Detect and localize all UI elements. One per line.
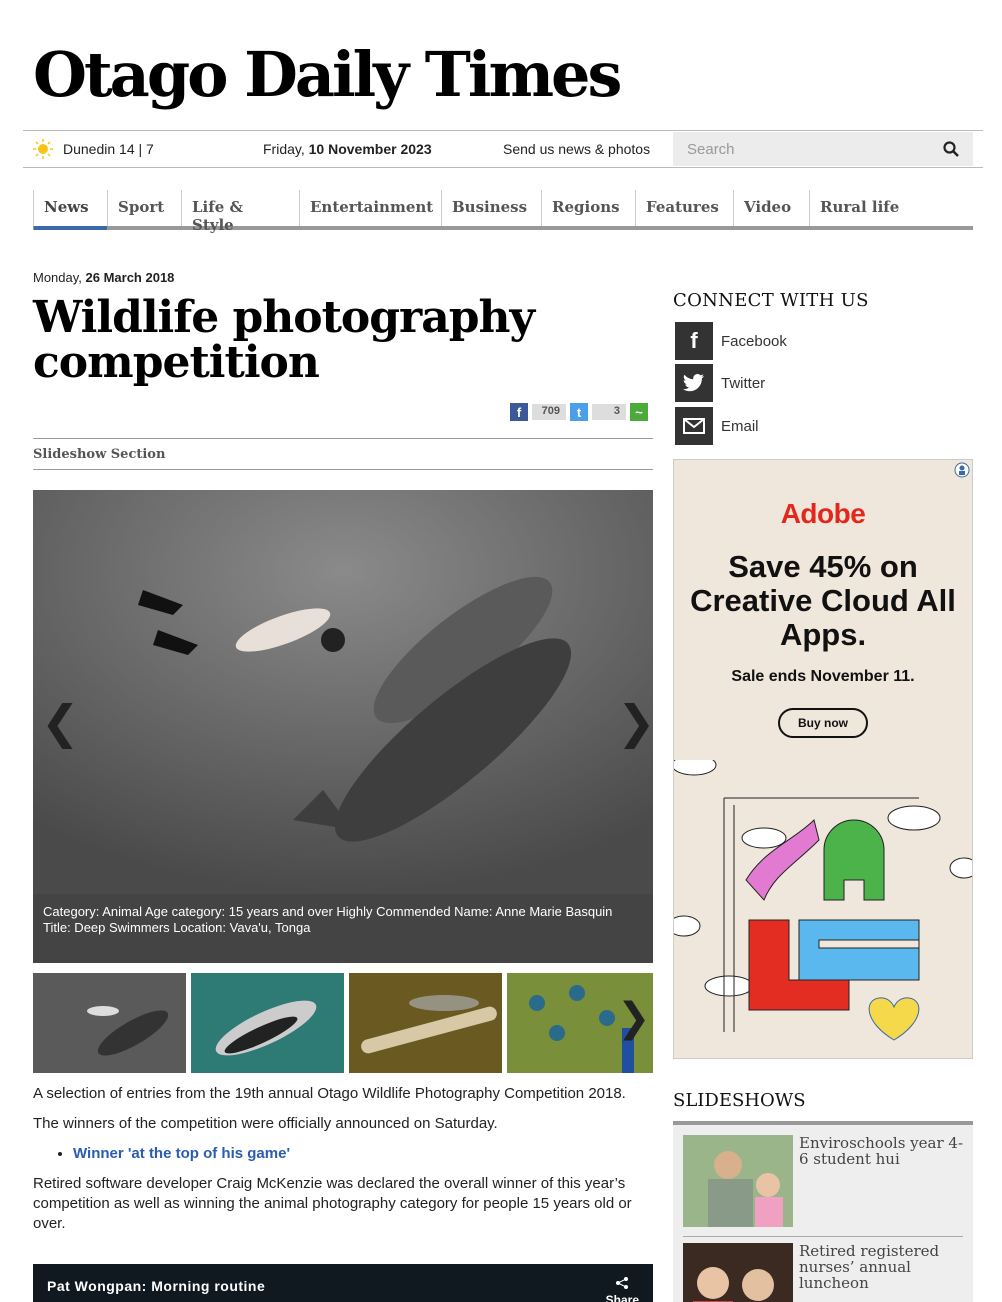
share-bar: f 709 t 3 ~ — [510, 403, 648, 421]
slideshow-item-title: Retired registered nurses’ annual lunche… — [799, 1242, 940, 1292]
social-facebook[interactable]: f Facebook — [675, 322, 787, 360]
nav-item-features[interactable]: Features — [635, 190, 733, 226]
nav-item-sport[interactable]: Sport — [107, 190, 181, 226]
slideshows-list: Enviroschools year 4-6 student hui Retir… — [673, 1121, 973, 1302]
nav-item-life-style[interactable]: Life & Style — [181, 190, 299, 234]
thumbnail-next-arrow[interactable]: ❯ — [617, 995, 651, 1041]
facebook-share-icon[interactable]: f — [510, 403, 528, 421]
current-date: Friday, 10 November 2023 — [263, 141, 432, 157]
send-news-link[interactable]: Send us news & photos — [503, 141, 673, 157]
slide-caption: Category: Animal Age category: 15 years … — [33, 894, 653, 963]
body-paragraph: The winners of the competition were offi… — [33, 1115, 498, 1132]
nav-item-news[interactable]: News — [33, 190, 107, 230]
article-title: Wildlife photography competition — [33, 292, 535, 388]
nav-item-regions[interactable]: Regions — [541, 190, 635, 226]
search-icon[interactable] — [943, 141, 959, 157]
slideshow-item[interactable]: Retired registered nurses’ annual lunche… — [683, 1243, 963, 1302]
ad-subtext: Sale ends November 11. — [731, 668, 915, 685]
adchoices-icon[interactable] — [954, 462, 970, 478]
twitter-share-count: 3 — [592, 404, 626, 420]
search-placeholder: Search — [687, 140, 735, 158]
slide-photo — [33, 490, 653, 894]
social-email[interactable]: Email — [675, 407, 759, 445]
weather-widget[interactable]: Dunedin 14 | 7 — [33, 139, 263, 159]
article-date: Monday, 26 March 2018 — [33, 270, 175, 285]
social-label: Email — [721, 417, 759, 435]
slideshow-thumbnail — [683, 1243, 793, 1302]
slideshows-title: SLIDESHOWS — [673, 1090, 806, 1111]
slide-next-arrow[interactable]: ❯ — [617, 695, 653, 749]
ad-buy-button[interactable]: Buy now — [778, 708, 868, 738]
nav-item-video[interactable]: Video — [733, 190, 809, 226]
slideshow[interactable]: ❮ ❯ Category: Animal Age category: 15 ye… — [33, 490, 653, 963]
top-bar: Dunedin 14 | 7 Friday, 10 November 2023 … — [23, 130, 983, 168]
connect-title: CONNECT WITH US — [673, 290, 869, 311]
nav-item-rural-life[interactable]: Rural life — [809, 190, 973, 226]
slideshow-thumbnail — [683, 1135, 793, 1227]
ad-headline: Save 45% on Creative Cloud All Apps. — [690, 549, 956, 652]
nav-item-business[interactable]: Business — [441, 190, 541, 226]
ad-illustration — [674, 760, 972, 1041]
share-more-icon[interactable]: ~ — [630, 403, 648, 421]
body-paragraph: A selection of entries from the 19th ann… — [33, 1085, 626, 1102]
thumbnail-3[interactable] — [349, 973, 502, 1073]
ad-brand: Adobe — [780, 498, 866, 529]
social-twitter[interactable]: Twitter — [675, 364, 765, 402]
article-body: A selection of entries from the 19th ann… — [33, 1084, 633, 1244]
video-share-label: Share — [605, 1293, 639, 1302]
twitter-share-icon[interactable]: t — [570, 403, 588, 421]
thumbnail-1[interactable] — [33, 973, 186, 1073]
nav-item-entertainment[interactable]: Entertainment — [299, 190, 441, 226]
related-article-link[interactable]: Winner 'at the top of his game' — [73, 1145, 290, 1162]
slideshow-item-title: Enviroschools year 4-6 student hui — [799, 1134, 964, 1168]
video-player[interactable]: Pat Wongpan: Morning routine Share — [33, 1264, 653, 1302]
social-label: Facebook — [721, 332, 787, 350]
slideshow-item[interactable]: Enviroschools year 4-6 student hui — [683, 1135, 963, 1227]
adobe-advertisement[interactable]: Adobe Save 45% on Creative Cloud All App… — [673, 459, 973, 1059]
section-label: Slideshow Section — [33, 438, 653, 470]
facebook-icon: f — [675, 322, 713, 360]
slide-prev-arrow[interactable]: ❮ — [41, 695, 80, 749]
body-paragraph: Retired software developer Craig McKenzi… — [33, 1175, 632, 1232]
search-input[interactable]: Search — [673, 132, 973, 166]
social-label: Twitter — [721, 374, 766, 392]
facebook-share-count: 709 — [532, 404, 566, 420]
video-title: Pat Wongpan: Morning routine — [47, 1278, 266, 1294]
thumbnail-2[interactable] — [191, 973, 344, 1073]
site-logo[interactable]: Otago Daily Times — [33, 38, 622, 111]
share-icon — [616, 1277, 629, 1289]
weather-text: Dunedin 14 | 7 — [63, 141, 154, 157]
twitter-icon — [675, 364, 713, 402]
thumbnail-strip — [33, 973, 653, 1073]
main-nav: News Sport Life & Style Entertainment Bu… — [33, 190, 973, 234]
email-icon — [675, 407, 713, 445]
sun-icon — [33, 139, 53, 159]
video-share-button[interactable]: Share — [606, 1276, 639, 1302]
